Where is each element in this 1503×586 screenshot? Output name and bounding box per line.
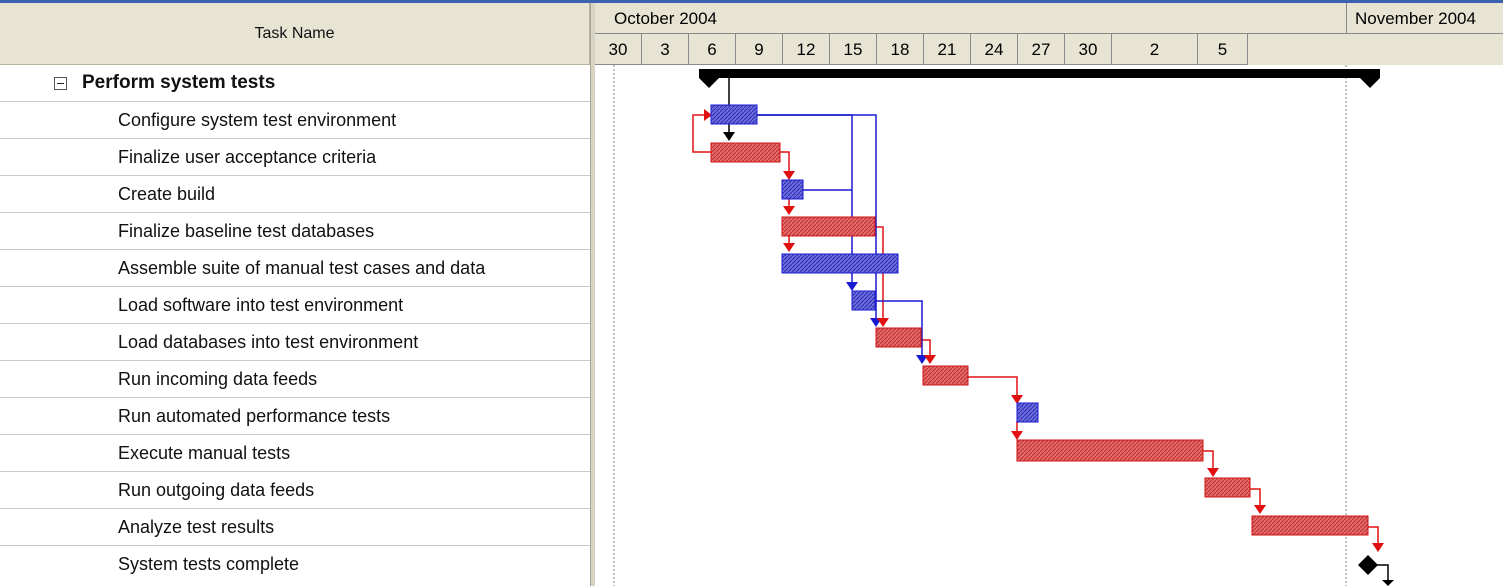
task-bar-noncritical[interactable] [1016,402,1039,423]
task-bar-noncritical[interactable] [781,253,899,274]
task-bar-noncritical[interactable] [710,104,758,125]
task-row-summary[interactable]: Perform system tests [0,65,590,102]
timescale-day: 30 [595,34,642,65]
task-bar-noncritical[interactable] [851,290,876,311]
task-bar-critical[interactable] [1204,477,1251,498]
summary-bar[interactable] [699,69,1380,88]
collapse-minus-icon[interactable] [54,77,67,90]
task-bar-critical[interactable] [922,365,969,386]
task-bar-noncritical[interactable] [781,179,804,200]
timescale-day: 5 [1198,34,1248,65]
timescale-day: 24 [971,34,1018,65]
milestone-diamond[interactable] [1358,555,1378,575]
pane-splitter[interactable] [590,3,595,586]
task-name: Create build [118,184,216,204]
task-row[interactable]: Execute manual tests [0,435,590,472]
task-name: Run incoming data feeds [118,369,318,389]
task-row[interactable]: Configure system test environment [0,102,590,139]
task-bar-critical[interactable] [710,142,781,163]
task-bar-critical[interactable] [1251,515,1369,536]
task-row[interactable]: Assemble suite of manual test cases and … [0,250,590,287]
timescale-day: 30 [1065,34,1112,65]
task-bar-critical[interactable] [875,327,922,348]
task-name: Assemble suite of manual test cases and … [118,258,486,278]
timescale-day: 12 [783,34,830,65]
timescale-day: 6 [689,34,736,65]
timescale-day: 15 [830,34,877,65]
task-row[interactable]: Analyze test results [0,509,590,546]
task-name-column-header[interactable]: Task Name [0,3,590,65]
timescale-day: 3 [642,34,689,65]
timescale-day: 9 [736,34,783,65]
task-name: Execute manual tests [118,443,291,463]
task-name: Load software into test environment [118,295,404,315]
task-name: Run outgoing data feeds [118,480,315,500]
task-name-header-label: Task Name [254,24,335,42]
task-name: System tests complete [118,554,300,574]
task-name: Perform system tests [82,72,276,93]
task-name: Finalize user acceptance criteria [118,147,377,167]
task-bar-critical[interactable] [781,216,876,237]
task-row[interactable]: Finalize user acceptance criteria [0,139,590,176]
task-row[interactable]: Run incoming data feeds [0,361,590,398]
dependency-links [692,69,1389,582]
timescale-header: October 2004 November 2004 30 3 6 9 12 1… [595,3,1503,65]
link-arrowheads [704,109,1394,586]
task-bar-critical[interactable] [1016,439,1204,462]
task-row[interactable]: Create build [0,176,590,213]
task-row[interactable]: System tests complete [0,546,590,583]
task-name: Configure system test environment [118,110,397,130]
timescale-day: 18 [877,34,924,65]
task-name: Analyze test results [118,517,275,537]
timescale-day: 2 [1112,34,1198,65]
timescale-month: November 2004 [1347,3,1503,34]
task-row[interactable]: Load software into test environment [0,287,590,324]
task-name: Load databases into test environment [118,332,419,352]
timescale-month: October 2004 [595,3,1347,34]
task-row[interactable]: Finalize baseline test databases [0,213,590,250]
task-name: Finalize baseline test databases [118,221,375,241]
task-table: Task Name Perform system tests Configure… [0,3,592,586]
timescale-day: 27 [1018,34,1065,65]
task-row[interactable]: Run outgoing data feeds [0,472,590,509]
timescale-day: 21 [924,34,971,65]
task-name: Run automated performance tests [118,406,391,426]
task-row[interactable]: Run automated performance tests [0,398,590,435]
task-row[interactable]: Load databases into test environment [0,324,590,361]
